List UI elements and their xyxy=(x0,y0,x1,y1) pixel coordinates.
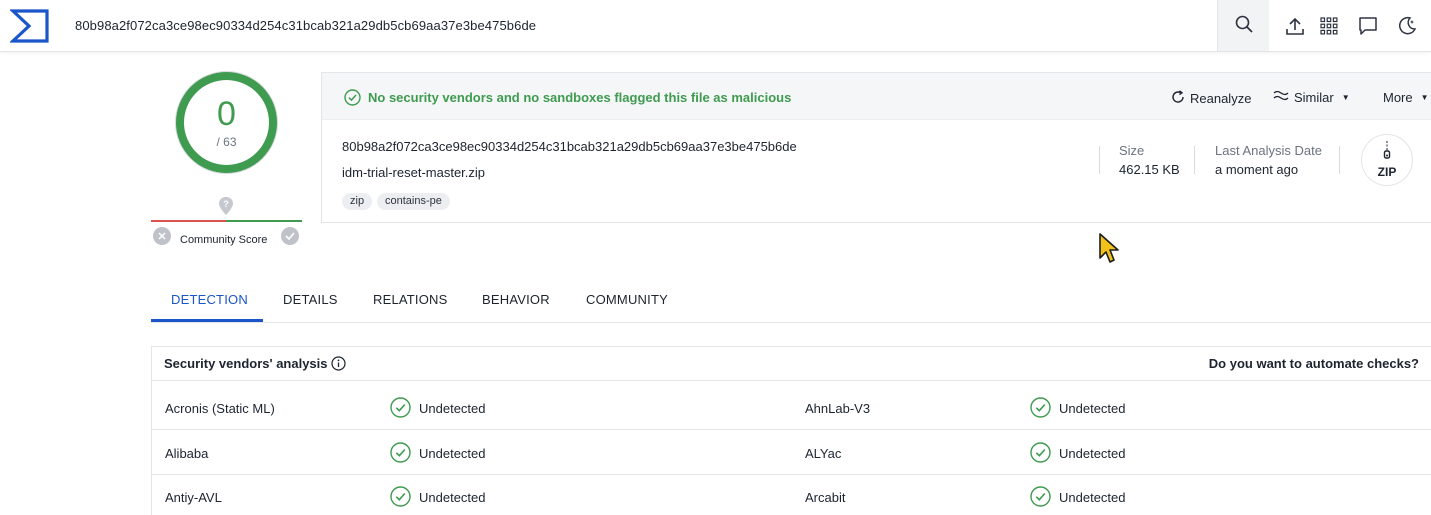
more-dropdown[interactable]: More ▼ xyxy=(1383,90,1429,105)
detection-count: 0 xyxy=(217,94,236,133)
vendor-result: Undetected xyxy=(1059,490,1126,505)
vendor-name: Acronis (Static ML) xyxy=(165,401,275,416)
community-score-pin-icon: ? xyxy=(218,196,234,219)
tab-relations[interactable]: RELATIONS xyxy=(373,292,448,307)
undetected-check-icon xyxy=(1030,442,1051,466)
mouse-cursor-icon xyxy=(1098,232,1120,267)
vendor-name: AhnLab-V3 xyxy=(805,401,871,416)
vendor-result: Undetected xyxy=(419,401,486,416)
top-bar: 80b98a2f072ca3ce98ec90334d254c31bcab321a… xyxy=(0,0,1431,52)
automate-checks-link[interactable]: Do you want to automate checks? xyxy=(1209,356,1419,371)
divider xyxy=(1339,146,1340,174)
undetected-check-icon xyxy=(390,486,411,510)
divider xyxy=(1194,146,1195,174)
tab-behavior[interactable]: BEHAVIOR xyxy=(482,292,550,307)
tag-zip[interactable]: zip xyxy=(342,193,373,210)
vote-malicious-icon[interactable] xyxy=(153,227,171,245)
apps-grid-icon[interactable] xyxy=(1317,14,1341,38)
zipper-icon xyxy=(1383,141,1391,164)
verdict-text: No security vendors and no sandboxes fla… xyxy=(368,90,792,105)
chevron-down-icon: ▼ xyxy=(1341,93,1350,102)
vendor-name: Alibaba xyxy=(165,446,209,461)
file-hash[interactable]: 80b98a2f072ca3ce98ec90334d254c31bcab321a… xyxy=(342,139,797,154)
file-type-label: ZIP xyxy=(1377,165,1397,179)
section-title: Security vendors' analysis xyxy=(164,356,328,371)
search-input[interactable]: 80b98a2f072ca3ce98ec90334d254c31bcab321a… xyxy=(75,18,536,33)
community-score-label: Community Score xyxy=(180,234,268,246)
file-type-badge: ZIP xyxy=(1361,134,1413,186)
tag-contains-pe[interactable]: contains-pe xyxy=(377,193,450,210)
similar-waves-icon xyxy=(1273,90,1289,105)
report-tabs: DETECTION DETAILS RELATIONS BEHAVIOR COM… xyxy=(151,280,1431,323)
tab-details[interactable]: DETAILS xyxy=(283,292,338,307)
last-analysis-date-label: Last Analysis Date xyxy=(1215,143,1322,158)
vendor-name: Arcabit xyxy=(805,490,846,505)
similar-label: Similar xyxy=(1294,90,1334,105)
security-vendors-section: Security vendors' analysis Do you want t… xyxy=(151,346,1431,515)
vendor-result: Undetected xyxy=(419,446,486,461)
dark-mode-moon-icon[interactable] xyxy=(1395,14,1419,38)
vendor-result: Undetected xyxy=(1059,401,1126,416)
undetected-check-icon xyxy=(390,442,411,466)
verdict-banner: No security vendors and no sandboxes fla… xyxy=(322,73,1431,120)
vendor-name: Antiy-AVL xyxy=(165,490,222,505)
search-icon xyxy=(1235,15,1253,36)
active-tab-indicator xyxy=(151,319,263,322)
upload-icon[interactable] xyxy=(1283,14,1307,38)
undetected-check-icon xyxy=(1030,397,1051,421)
tab-detection[interactable]: DETECTION xyxy=(171,292,248,307)
tab-community[interactable]: COMMUNITY xyxy=(586,292,668,307)
community-score-bar-negative xyxy=(151,220,226,222)
clean-check-circle-icon xyxy=(344,89,361,109)
table-row: Acronis (Static ML) Undetected AhnLab-V3… xyxy=(152,386,1431,430)
size-label: Size xyxy=(1119,143,1145,158)
chevron-down-icon: ▼ xyxy=(1420,93,1429,102)
section-header: Security vendors' analysis Do you want t… xyxy=(152,347,1431,381)
community-score-bar-positive xyxy=(226,220,302,222)
vendor-name: ALYac xyxy=(805,446,842,461)
search-button[interactable] xyxy=(1217,0,1269,51)
vote-harmless-icon[interactable] xyxy=(281,227,299,245)
table-row: Alibaba Undetected ALYac Undetected xyxy=(152,431,1431,475)
vendor-result: Undetected xyxy=(419,490,486,505)
reanalyze-button[interactable]: Reanalyze xyxy=(1171,90,1251,107)
similar-dropdown[interactable]: Similar ▼ xyxy=(1273,90,1350,105)
more-label: More xyxy=(1383,90,1413,105)
engine-total: / 63 xyxy=(216,134,237,149)
file-summary-card: No security vendors and no sandboxes fla… xyxy=(321,72,1431,223)
file-name: idm-trial-reset-master.zip xyxy=(342,165,486,180)
svg-text:?: ? xyxy=(223,199,229,209)
undetected-check-icon xyxy=(390,397,411,421)
info-icon[interactable] xyxy=(331,356,346,374)
reanalyze-label: Reanalyze xyxy=(1190,91,1252,106)
chat-icon[interactable] xyxy=(1356,14,1380,38)
detection-score-ring: 0 / 63 xyxy=(176,72,277,173)
detection-score-inner: 0 / 63 xyxy=(184,80,269,165)
last-analysis-date-value: a moment ago xyxy=(1215,162,1299,177)
undetected-check-icon xyxy=(1030,486,1051,510)
divider xyxy=(1099,146,1100,174)
table-row: Antiy-AVL Undetected Arcabit Undetected xyxy=(152,475,1431,515)
size-value: 462.15 KB xyxy=(1119,162,1180,177)
vendor-result: Undetected xyxy=(1059,446,1126,461)
refresh-icon xyxy=(1171,90,1185,107)
virustotal-logo-icon[interactable] xyxy=(8,8,50,44)
